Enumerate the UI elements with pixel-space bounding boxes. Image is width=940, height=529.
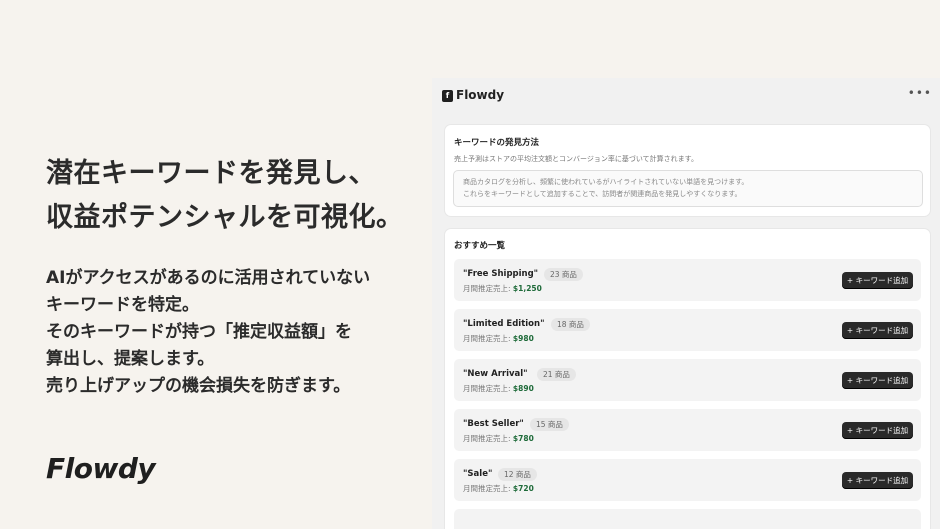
estimated-sales: 月間推定売上: $890 — [463, 383, 534, 394]
keyword-name: "Sale" — [463, 469, 493, 479]
keyword-name: "New Arrival" — [463, 369, 528, 379]
recommendations-title: おすすめ一覧 — [454, 241, 506, 251]
product-count-badge: 15 商品 — [530, 418, 569, 431]
keyword-name: "Free Shipping" — [463, 269, 539, 279]
add-keyword-button[interactable]: + キーワード追加 — [842, 272, 913, 289]
hero-body-line: AIがアクセスがあるのに活用されていない — [46, 268, 371, 288]
discovery-method-title: キーワードの発見方法 — [454, 138, 540, 148]
info-line: これらをキーワードとして追加することで、訪問者が関連商品を発見しやすくなります。 — [463, 189, 742, 198]
estimated-sales: 月間推定売上: $980 — [463, 333, 534, 344]
info-line: 商品カタログを分析し、頻繁に使われているがハイライトされていない単語を見つけます… — [463, 178, 749, 186]
hero-headline-line: 潜在キーワードを発見し、 — [46, 158, 376, 189]
hero-body-line: 算出し、提案します。 — [46, 349, 215, 369]
hero-body-line: そのキーワードが持つ「推定収益額」を — [46, 322, 352, 342]
product-count-badge: 21 商品 — [537, 368, 576, 381]
recommendation-item: "Free Shipping" 23 商品 月間推定売上: $1,250 + キ… — [454, 259, 921, 301]
sales-label: 月間推定売上: — [463, 384, 513, 393]
sales-label: 月間推定売上: — [463, 334, 513, 343]
add-keyword-button[interactable]: + キーワード追加 — [842, 472, 913, 489]
hero-headline: 潜在キーワードを発見し、 収益ポテンシャルを可視化。 — [46, 152, 404, 240]
sales-value: $780 — [512, 434, 534, 443]
add-keyword-button[interactable]: + キーワード追加 — [842, 422, 913, 439]
hero-body-line: キーワードを特定。 — [46, 295, 199, 315]
add-keyword-button[interactable]: + キーワード追加 — [842, 322, 913, 339]
estimated-sales: 月間推定売上: $720 — [463, 483, 534, 494]
hero-body-line: 売り上げアップの機会損失を防ぎます。 — [46, 376, 351, 396]
keyword-name: "Limited Edition" — [463, 319, 545, 329]
estimated-sales: 月間推定売上: $1,250 — [463, 283, 542, 294]
recommendation-item-partial — [454, 509, 921, 529]
recommendation-item: "New Arrival" 21 商品 月間推定売上: $890 + キーワード… — [454, 359, 921, 401]
estimated-sales: 月間推定売上: $780 — [463, 433, 534, 444]
recommendations-card: おすすめ一覧 "Free Shipping" 23 商品 月間推定売上: $1,… — [445, 229, 930, 529]
discovery-method-info: 商品カタログを分析し、頻繁に使われているがハイライトされていない単語を見つけます… — [453, 170, 923, 207]
app-header: f Flowdy ••• — [432, 78, 940, 114]
hero-body: AIがアクセスがあるのに活用されていない キーワードを特定。 そのキーワードが持… — [46, 265, 370, 400]
brand-logo: Flowdy — [46, 452, 156, 485]
add-keyword-button[interactable]: + キーワード追加 — [842, 372, 913, 389]
hero-headline-line: 収益ポテンシャルを可視化。 — [46, 202, 404, 233]
sales-label: 月間推定売上: — [463, 434, 513, 443]
recommendation-item: "Sale" 12 商品 月間推定売上: $720 + キーワード追加 — [454, 459, 921, 501]
product-count-badge: 12 商品 — [498, 468, 537, 481]
discovery-method-subtitle: 売上予測はストアの平均注文額とコンバージョン率に基づいて計算されます。 — [454, 155, 698, 163]
app-title: Flowdy — [456, 88, 505, 102]
recommendation-item: "Limited Edition" 18 商品 月間推定売上: $980 + キ… — [454, 309, 921, 351]
discovery-method-card: キーワードの発見方法 売上予測はストアの平均注文額とコンバージョン率に基づいて計… — [445, 125, 930, 216]
recommendation-item: "Best Seller" 15 商品 月間推定売上: $780 + キーワード… — [454, 409, 921, 451]
sales-value: $720 — [512, 484, 534, 493]
sales-label: 月間推定売上: — [463, 284, 513, 293]
more-menu-icon[interactable]: ••• — [908, 86, 932, 100]
keyword-name: "Best Seller" — [463, 419, 524, 429]
app-window: f Flowdy ••• キーワードの発見方法 売上予測はストアの平均注文額とコ… — [432, 78, 940, 529]
sales-value: $1,250 — [512, 284, 542, 293]
app-logo-icon: f — [442, 90, 453, 102]
sales-value: $890 — [512, 384, 534, 393]
product-count-badge: 18 商品 — [551, 318, 590, 331]
sales-value: $980 — [512, 334, 534, 343]
product-count-badge: 23 商品 — [544, 268, 583, 281]
sales-label: 月間推定売上: — [463, 484, 513, 493]
